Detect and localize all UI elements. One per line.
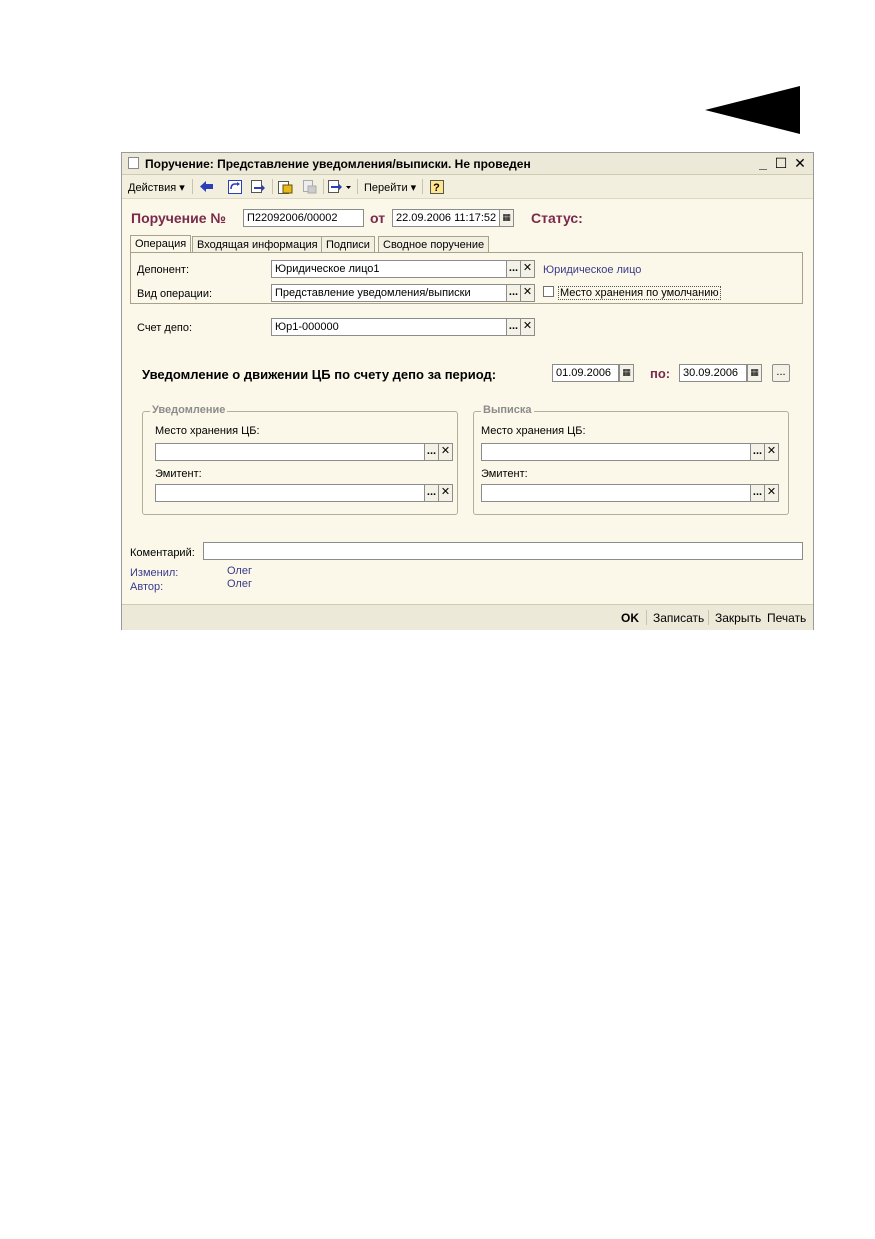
- window-title: Поручение: Представление уведомления/вып…: [145, 157, 531, 171]
- save-button[interactable]: Записать: [653, 611, 704, 625]
- from-label: от: [370, 210, 386, 226]
- title-bar: Поручение: Представление уведомления/вып…: [122, 153, 813, 175]
- deponent-label: Депонент:: [137, 264, 190, 276]
- back-arrow-icon[interactable]: [198, 178, 215, 195]
- notice-issuer-label: Эмитент:: [155, 468, 202, 480]
- tab-incoming-info[interactable]: Входящая информация: [192, 236, 323, 253]
- notice-storage-field[interactable]: [155, 443, 425, 461]
- statement-issuer-select-button[interactable]: ...: [750, 484, 765, 502]
- ok-button[interactable]: OK: [621, 611, 639, 625]
- minimize-button[interactable]: _: [755, 155, 771, 171]
- print-button[interactable]: Печать: [767, 611, 806, 625]
- generate-icon[interactable]: [327, 178, 353, 195]
- notice-issuer-select-button[interactable]: ...: [424, 484, 439, 502]
- deponent-field[interactable]: Юридическое лицо1: [271, 260, 507, 278]
- order-label: Поручение №: [131, 210, 227, 226]
- operation-type-clear-button[interactable]: ✕: [520, 284, 535, 302]
- notice-issuer-clear-button[interactable]: ✕: [438, 484, 453, 502]
- document-icon: [128, 157, 139, 169]
- author-label: Автор:: [130, 581, 164, 593]
- period-to-label: по:: [650, 366, 671, 381]
- order-number-field[interactable]: П22092006/00002: [243, 209, 364, 227]
- pointer-arrow: [705, 86, 800, 134]
- help-button[interactable]: ?: [428, 178, 445, 195]
- goto-menu[interactable]: Перейти ▾: [364, 181, 416, 194]
- document-window: Поручение: Представление уведомления/вып…: [121, 152, 814, 630]
- deponent-select-button[interactable]: ...: [506, 260, 521, 278]
- status-label: Статус:: [531, 210, 583, 226]
- comment-label: Коментарий:: [130, 547, 195, 559]
- close-button[interactable]: Закрыть: [715, 611, 761, 625]
- operation-type-select-button[interactable]: ...: [506, 284, 521, 302]
- statement-issuer-field[interactable]: [481, 484, 751, 502]
- actions-menu[interactable]: Действия ▾: [128, 181, 185, 194]
- default-storage-label: Место хранения по умолчанию: [558, 286, 721, 300]
- refresh-icon[interactable]: [226, 178, 243, 195]
- depo-account-select-button[interactable]: ...: [506, 318, 521, 336]
- notice-storage-clear-button[interactable]: ✕: [438, 443, 453, 461]
- default-storage-checkbox[interactable]: [543, 286, 554, 297]
- period-to-field[interactable]: 30.09.2006: [679, 364, 747, 382]
- footer-bar: OK Записать Закрыть Печать: [122, 604, 813, 630]
- period-from-field[interactable]: 01.09.2006: [552, 364, 619, 382]
- notice-issuer-field[interactable]: [155, 484, 425, 502]
- changed-by-value: Олег: [227, 565, 252, 577]
- statement-issuer-label: Эмитент:: [481, 468, 528, 480]
- statement-storage-label: Место хранения ЦБ:: [481, 425, 586, 437]
- statement-storage-select-button[interactable]: ...: [750, 443, 765, 461]
- period-to-calendar-icon[interactable]: ▦: [747, 364, 762, 382]
- calendar-icon[interactable]: ▦: [499, 209, 514, 227]
- deponent-type-link[interactable]: Юридическое лицо: [543, 264, 641, 276]
- notice-group-title: Уведомление: [150, 404, 228, 416]
- deponent-clear-button[interactable]: ✕: [520, 260, 535, 278]
- tab-signatures[interactable]: Подписи: [321, 236, 375, 253]
- toolbar: Действия ▾ Перейти ▾ ?: [122, 175, 813, 199]
- maximize-button[interactable]: ☐: [773, 155, 789, 171]
- statement-group-title: Выписка: [481, 404, 534, 416]
- depo-account-label: Счет депо:: [137, 322, 193, 334]
- statement-storage-clear-button[interactable]: ✕: [764, 443, 779, 461]
- operation-type-label: Вид операции:: [137, 288, 213, 300]
- depo-account-field[interactable]: Юр1-000000: [271, 318, 507, 336]
- post-document-icon[interactable]: [249, 178, 266, 195]
- statement-storage-field[interactable]: [481, 443, 751, 461]
- period-title: Уведомление о движении ЦБ по счету депо …: [142, 367, 497, 382]
- operation-type-field[interactable]: Представление уведомления/выписки: [271, 284, 507, 302]
- help-icon: ?: [429, 179, 444, 194]
- close-window-button[interactable]: ✕: [792, 155, 808, 171]
- depo-account-clear-button[interactable]: ✕: [520, 318, 535, 336]
- changed-by-label: Изменил:: [130, 567, 179, 579]
- structure-icon[interactable]: [301, 178, 318, 195]
- tab-summary-order[interactable]: Сводное поручение: [378, 236, 490, 253]
- period-more-button[interactable]: ...: [772, 364, 790, 382]
- copy-document-icon[interactable]: [277, 178, 294, 195]
- statement-issuer-clear-button[interactable]: ✕: [764, 484, 779, 502]
- date-field[interactable]: 22.09.2006 11:17:52: [392, 209, 500, 227]
- comment-field[interactable]: [203, 542, 803, 560]
- author-value: Олег: [227, 578, 252, 590]
- tab-operation[interactable]: Операция: [130, 235, 192, 253]
- notice-storage-select-button[interactable]: ...: [424, 443, 439, 461]
- period-from-calendar-icon[interactable]: ▦: [619, 364, 634, 382]
- notice-storage-label: Место хранения ЦБ:: [155, 425, 260, 437]
